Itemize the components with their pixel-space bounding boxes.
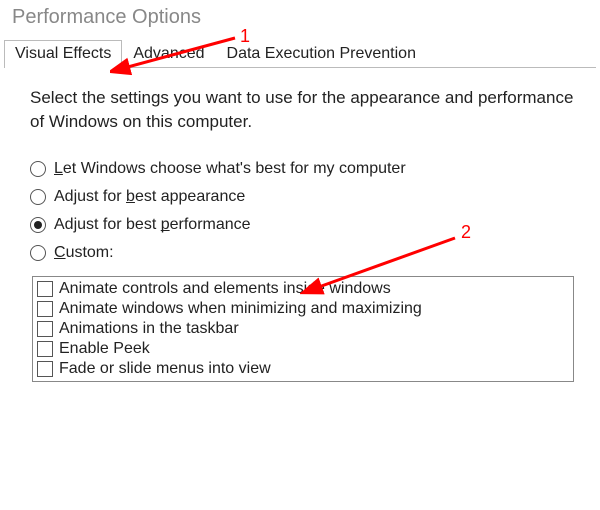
radio-custom[interactable]: Custom: — [30, 244, 576, 262]
list-item[interactable]: Animations in the taskbar — [37, 319, 569, 339]
effects-listbox[interactable]: Animate controls and elements inside win… — [32, 276, 574, 382]
annotation-label-1: 1 — [240, 26, 250, 47]
annotation-label-2: 2 — [461, 222, 471, 243]
tab-strip: Visual Effects Advanced Data Execution P… — [4, 39, 596, 68]
checkbox-icon[interactable] — [37, 281, 53, 297]
window-title: Performance Options — [0, 0, 600, 39]
checkbox-icon[interactable] — [37, 301, 53, 317]
radio-let-windows-choose[interactable]: Let Windows choose what's best for my co… — [30, 160, 576, 178]
radio-label: Let Windows choose what's best for my co… — [54, 160, 406, 178]
list-item-label: Enable Peek — [59, 340, 150, 358]
radio-label: Adjust for best appearance — [54, 188, 245, 206]
checkbox-icon[interactable] — [37, 341, 53, 357]
radio-best-appearance[interactable]: Adjust for best appearance — [30, 188, 576, 206]
radio-icon — [30, 189, 46, 205]
list-item-label: Animate controls and elements inside win… — [59, 280, 391, 298]
radio-group: Let Windows choose what's best for my co… — [30, 160, 576, 262]
checkbox-icon[interactable] — [37, 321, 53, 337]
list-item[interactable]: Animate windows when minimizing and maxi… — [37, 299, 569, 319]
list-item-label: Fade or slide menus into view — [59, 360, 271, 378]
tab-visual-effects[interactable]: Visual Effects — [4, 40, 122, 68]
radio-label: Adjust for best performance — [54, 216, 251, 234]
list-item-label: Animate windows when minimizing and maxi… — [59, 300, 422, 318]
checkbox-icon[interactable] — [37, 361, 53, 377]
radio-icon — [30, 161, 46, 177]
list-item-label: Animations in the taskbar — [59, 320, 239, 338]
radio-label: Custom: — [54, 244, 114, 262]
list-item[interactable]: Fade or slide menus into view — [37, 359, 569, 379]
list-item[interactable]: Animate controls and elements inside win… — [37, 279, 569, 299]
radio-best-performance[interactable]: Adjust for best performance — [30, 216, 576, 234]
radio-icon — [30, 245, 46, 261]
radio-icon — [30, 217, 46, 233]
tab-advanced[interactable]: Advanced — [122, 40, 215, 68]
list-item[interactable]: Enable Peek — [37, 339, 569, 359]
description-text: Select the settings you want to use for … — [30, 86, 576, 134]
tab-panel-visual-effects: Select the settings you want to use for … — [0, 68, 600, 382]
